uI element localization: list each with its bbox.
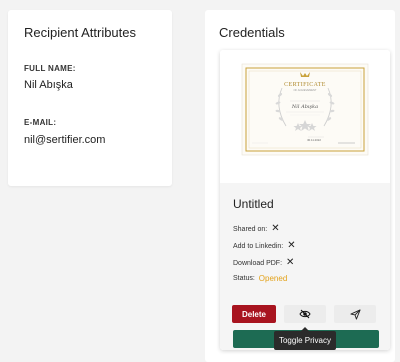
credential-details: Untitled Shared on: ✕ Add to Linkedin: ✕… — [220, 183, 390, 350]
credentials-title: Credentials — [219, 25, 285, 40]
download-pdf-row: Download PDF: ✕ — [233, 258, 294, 268]
certificate-preview: CERTIFICATE OF ACHIEVEMENT Nil Abışka 30… — [241, 63, 369, 156]
status-label: Status: — [233, 275, 255, 282]
certificate-subheading: OF ACHIEVEMENT — [294, 88, 317, 92]
close-icon: ✕ — [286, 257, 295, 268]
close-icon: ✕ — [287, 240, 296, 251]
close-icon: ✕ — [271, 223, 280, 234]
recipient-attributes-card: Recipient Attributes FULL NAME: Nil Abış… — [8, 10, 172, 186]
full-name-label: FULL NAME: — [24, 64, 76, 73]
add-to-linkedin-row: Add to Linkedin: ✕ — [233, 241, 296, 251]
shared-on-label: Shared on: — [233, 225, 268, 233]
paper-plane-icon — [349, 308, 361, 320]
certificate-recipient-name: Nil Abışka — [291, 104, 318, 110]
certificate-date: 30.11.2022 — [307, 138, 321, 142]
send-button[interactable] — [334, 305, 376, 323]
email-value: nil@sertifier.com — [24, 134, 106, 146]
shared-on-row: Shared on: ✕ — [233, 224, 280, 234]
add-to-linkedin-label: Add to Linkedin: — [233, 242, 284, 250]
certificate-thumbnail[interactable]: CERTIFICATE OF ACHIEVEMENT Nil Abışka 30… — [220, 50, 390, 183]
eye-off-icon — [299, 309, 311, 319]
download-pdf-label: Download PDF: — [233, 259, 283, 267]
recipient-attributes-title: Recipient Attributes — [24, 25, 137, 40]
email-label: E-MAIL: — [24, 118, 57, 127]
credential-name: Untitled — [233, 197, 274, 211]
full-name-value: Nil Abışka — [24, 79, 73, 91]
toggle-privacy-button[interactable] — [284, 305, 326, 323]
toggle-privacy-tooltip: Toggle Privacy — [274, 327, 336, 350]
certificate-heading: CERTIFICATE — [284, 82, 326, 88]
delete-button[interactable]: Delete — [232, 305, 276, 323]
status-value: Opened — [258, 274, 288, 283]
status-row: Status: Opened — [233, 274, 287, 283]
